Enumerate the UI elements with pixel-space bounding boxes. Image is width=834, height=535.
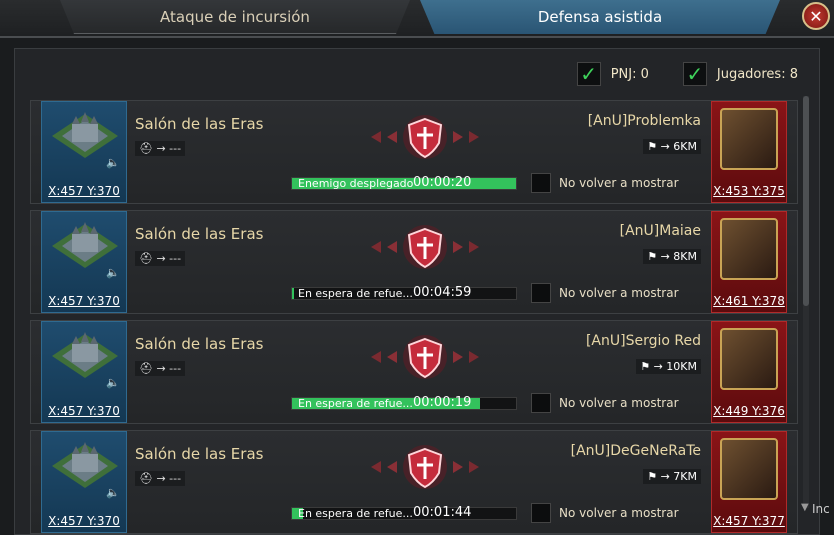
speaker-icon[interactable]: 🔈	[106, 156, 120, 169]
avatar-portrait	[720, 108, 778, 170]
side-label: Inc	[812, 502, 830, 516]
dont-show-label: No volver a mostrar	[559, 506, 679, 520]
top-tab-bar: Ataque de incursión Defensa asistida ✕	[0, 0, 834, 38]
players-label: Jugadores: 8	[716, 66, 798, 82]
castle-icon	[52, 332, 118, 378]
target-name: Salón de las Eras	[135, 335, 264, 353]
dont-show-label: No volver a mostrar	[559, 286, 679, 300]
progress-fill	[292, 288, 295, 299]
dont-show-checkbox[interactable]	[531, 503, 551, 523]
status-timer: 00:01:44	[413, 505, 472, 520]
target-name: Salón de las Eras	[135, 115, 264, 133]
speaker-icon[interactable]: 🔈	[106, 486, 120, 499]
helmet-flag-icon: ⛑	[139, 362, 157, 375]
avatar-portrait	[720, 328, 778, 390]
filter-bar: ✓ PNJ: 0 ✓ Jugadores: 8	[576, 62, 798, 86]
castle-icon	[52, 112, 118, 158]
tab-defensa-asistida[interactable]: Defensa asistida	[420, 0, 780, 34]
speaker-icon[interactable]: 🔈	[106, 376, 120, 389]
status-text: En espera de refue...	[298, 507, 413, 520]
defense-shield-icon	[371, 115, 479, 159]
defense-shield-icon	[371, 445, 479, 489]
target-castle[interactable]: 🔈 X:457 Y:370	[41, 101, 127, 203]
target-coords-link[interactable]: X:457 Y:370	[42, 404, 126, 418]
target-name: Salón de las Eras	[135, 445, 264, 463]
target-info: ⛑ → ---	[135, 141, 186, 156]
player-coords-link[interactable]: X:461 Y:378	[712, 294, 786, 308]
avatar-portrait	[720, 218, 778, 280]
defense-shield-icon	[371, 225, 479, 269]
player-coords-link[interactable]: X:453 Y:375	[712, 184, 786, 198]
list-scrollbar[interactable]	[803, 96, 809, 508]
player-avatar[interactable]: X:453 Y:375	[711, 101, 787, 203]
status-text: Enemigo desplegado	[298, 177, 414, 190]
dont-show-checkbox[interactable]	[531, 283, 551, 303]
helmet-flag-icon: ⛑	[139, 142, 157, 155]
defense-shield-icon	[371, 335, 479, 379]
player-name[interactable]: [AnU]Maiae	[620, 223, 701, 239]
helmet-flag-icon: ⛑	[139, 472, 157, 485]
flag-icon: ⚑	[647, 470, 661, 483]
player-avatar[interactable]: X:461 Y:378	[711, 211, 787, 313]
pnj-label: PNJ: 0	[610, 66, 649, 82]
status-timer: 00:00:20	[413, 175, 472, 190]
flag-icon: ⚑	[647, 250, 661, 263]
flag-icon: ⚑	[640, 360, 654, 373]
tab-label: Ataque de incursión	[160, 7, 310, 26]
dont-show-label: No volver a mostrar	[559, 396, 679, 410]
target-info: ⛑ → ---	[135, 251, 186, 266]
target-coords-link[interactable]: X:457 Y:370	[42, 184, 126, 198]
dont-show-label: No volver a mostrar	[559, 176, 679, 190]
tab-label: Defensa asistida	[537, 8, 663, 26]
status-progress-bar: En espera de refue...	[291, 287, 517, 300]
target-coords-link[interactable]: X:457 Y:370	[42, 514, 126, 528]
status-progress-bar: En espera de refue...	[291, 397, 517, 410]
player-name[interactable]: [AnU]DeGeNeRaTe	[571, 443, 701, 459]
status-timer: 00:00:19	[413, 395, 472, 410]
speaker-icon[interactable]: 🔈	[106, 266, 120, 279]
target-info: ⛑ → ---	[135, 361, 186, 376]
status-timer: 00:04:59	[413, 285, 472, 300]
player-coords-link[interactable]: X:449 Y:376	[712, 404, 786, 418]
target-info: ⛑ → ---	[135, 471, 186, 486]
tab-ataque-incursion[interactable]: Ataque de incursión	[60, 0, 410, 34]
target-castle[interactable]: 🔈 X:457 Y:370	[41, 431, 127, 533]
player-distance: ⚑ → 10KM	[636, 359, 701, 374]
player-avatar[interactable]: X:457 Y:377	[711, 431, 787, 533]
close-button[interactable]: ✕	[802, 2, 830, 30]
close-icon: ✕	[809, 6, 823, 26]
player-name[interactable]: [AnU]Sergio Red	[586, 333, 701, 349]
flag-icon: ⚑	[647, 140, 661, 153]
dont-show-checkbox[interactable]	[531, 173, 551, 193]
castle-icon	[52, 442, 118, 488]
check-icon: ✓	[686, 62, 704, 86]
castle-icon	[52, 222, 118, 268]
player-distance: ⚑ → 6KM	[643, 139, 701, 154]
target-coords-link[interactable]: X:457 Y:370	[42, 294, 126, 308]
target-castle[interactable]: 🔈 X:457 Y:370	[41, 321, 127, 423]
attack-row: 🔈 X:457 Y:370 Salón de las Eras ⛑ → --- …	[30, 210, 798, 314]
target-castle[interactable]: 🔈 X:457 Y:370	[41, 211, 127, 313]
attack-row: 🔈 X:457 Y:370 Salón de las Eras ⛑ → --- …	[30, 430, 798, 534]
player-distance: ⚑ → 7KM	[643, 469, 701, 484]
attack-row: 🔈 X:457 Y:370 Salón de las Eras ⛑ → --- …	[30, 320, 798, 424]
status-text: En espera de refue...	[298, 287, 413, 300]
avatar-portrait	[720, 438, 778, 500]
attack-row: 🔈 X:457 Y:370 Salón de las Eras ⛑ → --- …	[30, 100, 798, 204]
target-name: Salón de las Eras	[135, 225, 264, 243]
status-progress-bar: En espera de refue...	[291, 507, 517, 520]
player-coords-link[interactable]: X:457 Y:377	[712, 514, 786, 528]
dont-show-checkbox[interactable]	[531, 393, 551, 413]
player-distance: ⚑ → 8KM	[643, 249, 701, 264]
scroll-thumb[interactable]	[803, 96, 809, 306]
pnj-checkbox[interactable]: ✓	[576, 62, 601, 86]
status-progress-bar: Enemigo desplegado	[291, 177, 517, 190]
helmet-flag-icon: ⛑	[139, 252, 157, 265]
check-icon: ✓	[580, 62, 598, 86]
player-avatar[interactable]: X:449 Y:376	[711, 321, 787, 423]
status-text: En espera de refue...	[298, 397, 413, 410]
player-name[interactable]: [AnU]Problemka	[588, 113, 701, 129]
scroll-down-icon[interactable]: ▼	[801, 502, 809, 513]
players-checkbox[interactable]: ✓	[682, 62, 707, 86]
